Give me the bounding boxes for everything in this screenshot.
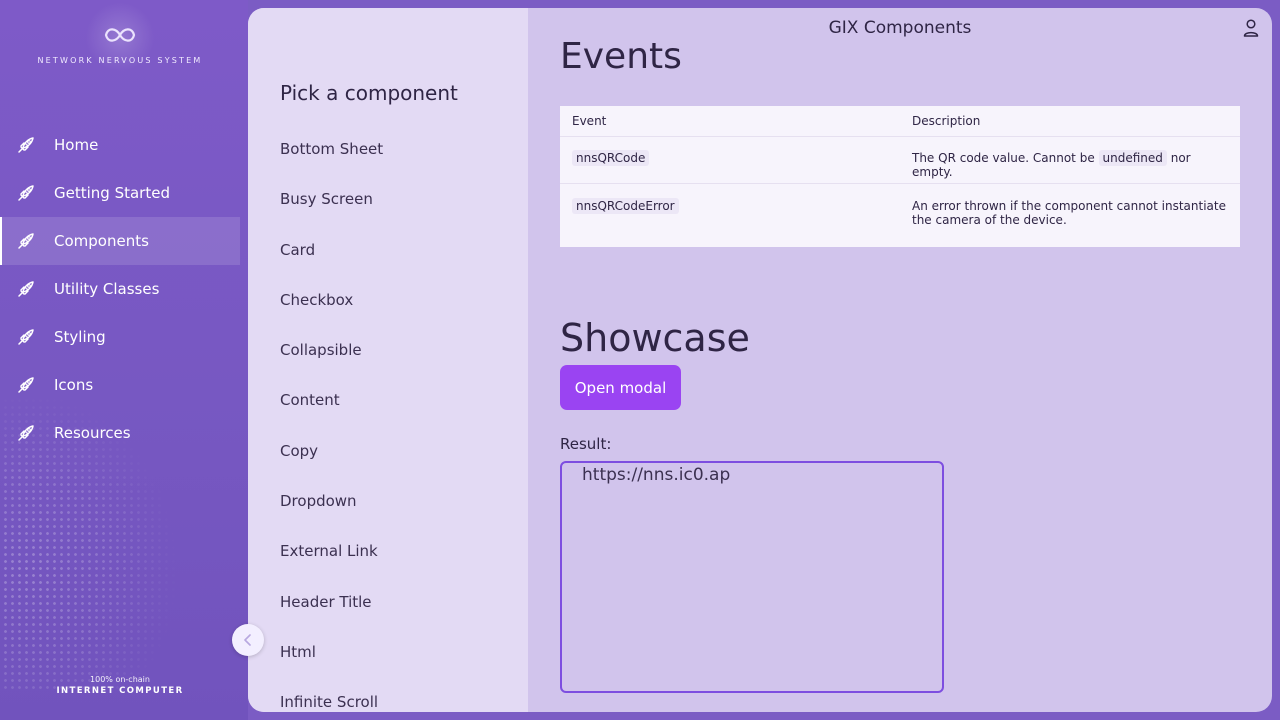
nav-item-resources[interactable]: Resources [0, 409, 240, 457]
collapse-sidebar-button[interactable] [232, 624, 264, 656]
top-bar: GIX Components [528, 8, 1272, 48]
component-item[interactable]: Card [280, 235, 510, 285]
table-row: nnsQRCode The QR code value. Cannot be u… [560, 137, 1240, 184]
showcase-heading: Showcase [560, 316, 750, 360]
event-name: nnsQRCode [572, 150, 650, 166]
nav-label: Utility Classes [54, 280, 160, 298]
result-textarea[interactable]: https://nns.ic0.ap [560, 461, 944, 693]
table-header-row: Event Description [560, 106, 1240, 137]
component-item[interactable]: Collapsible [280, 335, 510, 385]
nav-label: Home [54, 136, 99, 154]
nav-label: Styling [54, 328, 106, 346]
component-item[interactable]: Infinite Scroll [280, 687, 510, 712]
footer-line-1: 100% on-chain [90, 675, 150, 684]
rocket-icon [16, 327, 36, 347]
internet-computer-badge[interactable]: 100% on-chain INTERNET COMPUTER [0, 675, 240, 696]
rocket-icon [16, 375, 36, 395]
component-picker: Pick a component Bottom Sheet Busy Scree… [248, 8, 528, 712]
inline-code: undefined [1098, 150, 1167, 166]
footer-line-2: INTERNET COMPUTER [56, 686, 184, 696]
component-item[interactable]: External Link [280, 536, 510, 586]
event-description: An error thrown if the component cannot … [912, 199, 1226, 227]
event-description: The QR code value. Cannot be undefined n… [912, 150, 1191, 179]
component-list: Bottom Sheet Busy Screen Card Checkbox C… [280, 134, 510, 712]
nav-item-home[interactable]: Home [0, 121, 240, 169]
component-item[interactable]: Content [280, 385, 510, 435]
event-name: nnsQRCodeError [572, 198, 679, 214]
rocket-icon [16, 423, 36, 443]
component-item[interactable]: Busy Screen [280, 184, 510, 234]
page-title: GIX Components [828, 18, 972, 38]
component-item[interactable]: Header Title [280, 587, 510, 637]
nav-label: Getting Started [54, 184, 170, 202]
nav-item-components[interactable]: Components [0, 217, 240, 265]
component-item[interactable]: Html [280, 637, 510, 687]
rocket-icon [16, 231, 36, 251]
open-modal-button[interactable]: Open modal [560, 365, 681, 410]
result-label: Result: [560, 435, 612, 453]
nav-label: Icons [54, 376, 94, 394]
nav-item-getting-started[interactable]: Getting Started [0, 169, 240, 217]
picker-title: Pick a component [280, 81, 458, 105]
table-row: nnsQRCodeError An error thrown if the co… [560, 184, 1240, 246]
nav-item-icons[interactable]: Icons [0, 361, 240, 409]
user-icon [1243, 19, 1259, 37]
component-item[interactable]: Bottom Sheet [280, 134, 510, 184]
content-area: Events GIX Components Event Description … [528, 8, 1272, 712]
rocket-icon [16, 183, 36, 203]
column-header-event: Event [572, 114, 607, 128]
column-header-description: Description [912, 114, 981, 128]
component-item[interactable]: Checkbox [280, 285, 510, 335]
main-panel: Pick a component Bottom Sheet Busy Scree… [248, 8, 1272, 712]
brand: NETWORK NERVOUS SYSTEM [0, 2, 240, 72]
nav-label: Components [54, 232, 149, 250]
nav-item-utility-classes[interactable]: Utility Classes [0, 265, 240, 313]
nav-label: Resources [54, 424, 131, 442]
nav-item-styling[interactable]: Styling [0, 313, 240, 361]
events-table: Event Description nnsQRCode The QR code … [560, 106, 1240, 247]
rocket-icon [16, 135, 36, 155]
account-button[interactable] [1242, 18, 1262, 40]
sidebar: NETWORK NERVOUS SYSTEM Home Getting Star… [0, 0, 248, 720]
chevron-left-icon [244, 634, 251, 646]
component-item[interactable]: Dropdown [280, 486, 510, 536]
component-item[interactable]: Copy [280, 436, 510, 486]
rocket-icon [16, 279, 36, 299]
main-nav: Home Getting Started Components Utility … [0, 121, 240, 457]
